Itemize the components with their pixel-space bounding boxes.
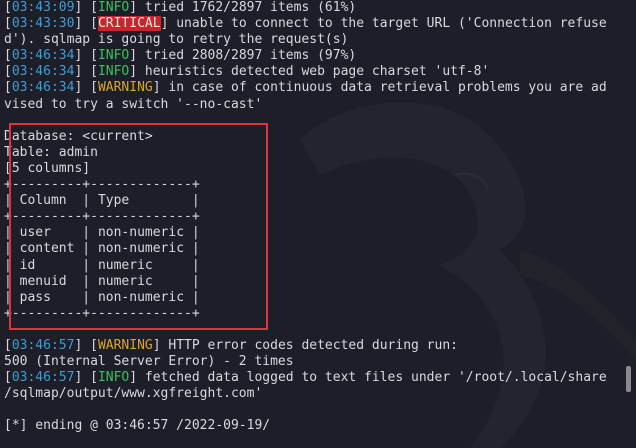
level-info: INFO <box>97 48 130 64</box>
ending-line: [*] ending @ 03:46:57 /2022-09-19/ <box>4 418 271 434</box>
timestamp: 03:43:09 <box>11 0 75 15</box>
log-message: in case of continuous data retrieval pro… <box>168 80 607 96</box>
log-message: tried 1762/2897 items (61%) <box>144 0 357 15</box>
timestamp: 03:43:30 <box>11 16 75 32</box>
timestamp: 03:46:34 <box>11 64 75 80</box>
level-warning: WARNING <box>97 80 153 96</box>
log-message: tried 2808/2897 items (97%) <box>144 48 357 64</box>
log-continuation: d'). sqlmap is going to retry the reques… <box>4 32 349 48</box>
level-critical: CRITICAL <box>97 16 161 32</box>
log-line: [03:46:57] [WARNING] HTTP error codes de… <box>4 337 458 353</box>
level-info: INFO <box>97 64 130 80</box>
log-line: [03:46:34] [INFO] tried 2808/2897 items … <box>4 48 357 64</box>
log-continuation: vised to try a switch '--no-cast' <box>4 96 263 112</box>
log-continuation: 500 (Internal Server Error) - 2 times <box>4 354 294 370</box>
log-message: unable to connect to the target URL ('Co… <box>176 16 607 32</box>
level-warning: WARNING <box>97 337 153 353</box>
log-message: fetched data logged to text files under … <box>144 370 607 386</box>
timestamp: 03:46:57 <box>11 337 75 353</box>
log-line: [03:43:30] [CRITICAL] unable to connect … <box>4 16 607 32</box>
level-info: INFO <box>97 370 130 386</box>
log-line: [03:46:57] [INFO] fetched data logged to… <box>4 370 607 386</box>
scrollbar-thumb[interactable] <box>626 366 631 392</box>
log-line: [03:46:34] [WARNING] in case of continuo… <box>4 80 607 96</box>
level-info: INFO <box>97 0 130 15</box>
log-message: HTTP error codes detected during run: <box>168 337 458 353</box>
timestamp: 03:46:34 <box>11 80 75 96</box>
log-line: [03:46:34] [INFO] heuristics detected we… <box>4 64 490 80</box>
log-line: [03:43:09] [INFO] tried 1762/2897 items … <box>4 0 357 15</box>
timestamp: 03:46:34 <box>11 48 75 64</box>
highlight-box <box>9 123 268 330</box>
timestamp: 03:46:57 <box>11 370 75 386</box>
log-message: heuristics detected web page charset 'ut… <box>144 64 490 80</box>
log-continuation: /sqlmap/output/www.xgfreight.com' <box>4 386 263 402</box>
